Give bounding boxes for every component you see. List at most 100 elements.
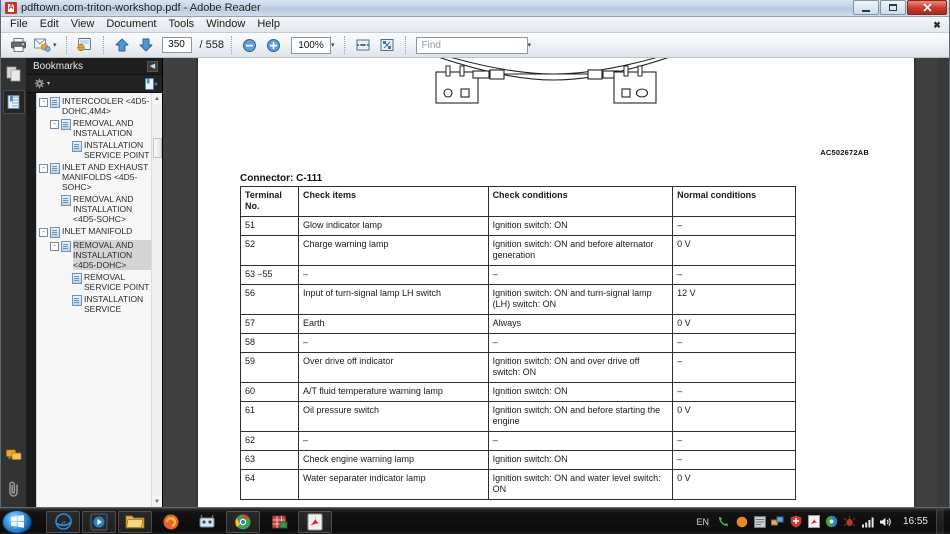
expand-current-bookmark-button[interactable] [145, 77, 158, 90]
bookmark-label[interactable]: INLET AND EXHAUST MANIFOLDS <4D5-SOHC> [62, 162, 155, 192]
signal-icon[interactable] [861, 515, 875, 529]
language-indicator[interactable]: EN [696, 517, 709, 527]
viewer-scrollbar[interactable] [937, 58, 949, 507]
bookmarks-tree-container[interactable]: - INTERCOOLER <4D5-DOHC,4M4> - REMOVAL AND … [36, 93, 162, 507]
bookmark-label[interactable]: REMOVAL AND INSTALLATION <4D5-DOHC> [73, 240, 155, 270]
table-row: 58– – – [240, 333, 796, 353]
print-button[interactable] [7, 35, 29, 56]
collapse-left-icon[interactable]: ◀ [147, 60, 158, 72]
window-titlebar[interactable]: pdftown.com-triton-workshop.pdf - Adobe … [1, 0, 949, 17]
taskbar-item-utility[interactable] [190, 511, 224, 533]
menu-document[interactable]: Document [100, 17, 162, 32]
show-desktop-button[interactable] [936, 508, 944, 534]
taskbar-item-spreadsheet[interactable] [262, 511, 296, 533]
taskbar-item-adobe-reader[interactable] [298, 510, 332, 533]
fit-width-button[interactable] [352, 35, 374, 56]
bookmark-item[interactable]: - REMOVAL AND INSTALLATION <4D5-DOHC> [37, 239, 155, 271]
page-thumbnails-button[interactable] [3, 62, 25, 86]
bookmark-item[interactable]: REMOVAL SERVICE POINT [37, 271, 155, 293]
document-close-icon[interactable]: ✖ [931, 19, 943, 31]
zoom-dropdown-caret[interactable]: ▾ [331, 41, 335, 49]
bookmark-options-caret[interactable]: ▾ [47, 80, 50, 87]
find-input[interactable]: Find [415, 36, 528, 54]
bookmarks-scrollbar[interactable]: ▲ ▼ [151, 93, 162, 507]
next-page-button[interactable] [135, 35, 157, 56]
menu-edit[interactable]: Edit [34, 17, 65, 32]
bookmark-collapse-icon[interactable]: - [50, 120, 59, 129]
bookmark-label[interactable]: INSTALLATION SERVICE [84, 294, 155, 314]
bookmark-collapse-icon[interactable]: - [50, 242, 59, 251]
menu-help[interactable]: Help [251, 17, 286, 32]
attach-email-icon [34, 38, 51, 52]
menu-tools[interactable]: Tools [163, 17, 201, 32]
shield-icon[interactable] [789, 515, 803, 529]
bookmark-collapse-icon[interactable]: - [39, 164, 48, 173]
bookmark-label[interactable]: REMOVAL AND INSTALLATION [73, 118, 155, 138]
pdf-tray-icon[interactable] [807, 515, 821, 529]
document-viewer[interactable]: AC502672AB Connector: C-111 Terminal No.… [163, 58, 949, 507]
pdf-icon [5, 2, 17, 14]
email-button[interactable] [31, 35, 53, 56]
orange-sphere-icon[interactable] [735, 515, 749, 529]
email-dropdown-caret[interactable]: ▾ [53, 41, 57, 49]
bookmark-label[interactable]: INLET MANIFOLD [62, 226, 134, 236]
table-cell: Ignition switch: ON and over drive off s… [487, 352, 674, 383]
attachments-button[interactable] [3, 477, 25, 501]
zoom-in-button[interactable] [263, 35, 285, 56]
antivirus-icon[interactable] [843, 515, 857, 529]
bookmark-label[interactable]: REMOVAL AND INSTALLATION <4D5-SOHC> [73, 194, 155, 224]
bookmark-item[interactable]: INSTALLATION SERVICE [37, 293, 155, 315]
bookmark-collapse-icon[interactable]: - [39, 98, 48, 107]
bookmark-item[interactable]: - INLET MANIFOLD [37, 225, 155, 239]
zoom-out-button[interactable] [239, 35, 261, 56]
column-header-check-conditions: Check conditions [487, 186, 674, 217]
zoom-level-input[interactable]: 100% [290, 36, 331, 54]
bookmark-item[interactable]: REMOVAL AND INSTALLATION <4D5-SOHC> [37, 193, 155, 225]
utility-icon [199, 514, 215, 527]
comments-button[interactable] [3, 443, 25, 467]
close-button[interactable] [907, 0, 947, 15]
menu-window[interactable]: Window [200, 17, 251, 32]
bookmarks-scroll-thumb[interactable] [153, 138, 162, 158]
maximize-button[interactable] [880, 0, 906, 15]
taskbar-item-firefox[interactable] [154, 511, 188, 533]
bookmark-options-group[interactable]: ▾ [34, 78, 50, 89]
page-globe-icon [77, 38, 91, 52]
snapshot-button[interactable] [74, 35, 96, 56]
main-content-area: Bookmarks ◀ ▾ - INTERCOOLER <4D5-DOHC,4M… [1, 58, 949, 507]
start-button[interactable] [2, 509, 32, 534]
page-number-input[interactable]: 350 [161, 37, 192, 53]
bookmark-collapse-icon[interactable]: - [39, 228, 48, 237]
volume-icon[interactable] [879, 515, 893, 529]
previous-page-button[interactable] [111, 35, 133, 56]
bookmark-item[interactable]: - REMOVAL AND INSTALLATION [37, 117, 155, 139]
table-cell: Input of turn-signal lamp LH switch [297, 284, 489, 315]
taskbar-item-file-explorer[interactable] [118, 510, 152, 533]
clock[interactable]: 16:55 [903, 516, 928, 527]
table-cell: 0 V [672, 469, 796, 500]
globe-icon[interactable] [825, 515, 839, 529]
find-dropdown-caret[interactable]: ▾ [528, 41, 532, 49]
minimize-button[interactable] [853, 0, 879, 15]
bookmarks-scroll-up-icon[interactable]: ▲ [152, 93, 162, 104]
fit-page-button[interactable] [376, 35, 398, 56]
taskbar-item-chrome[interactable] [226, 510, 260, 533]
bookmarks-scroll-down-icon[interactable]: ▼ [152, 496, 162, 507]
bookmarks-panel-toolbar: ▾ [27, 75, 162, 93]
toolbar-separator [343, 36, 345, 54]
bookmark-label[interactable]: INTERCOOLER <4D5-DOHC,4M4> [62, 96, 155, 116]
bookmarks-button[interactable] [2, 90, 25, 114]
taskbar-item-internet-explorer[interactable]: e [46, 510, 80, 533]
bookmark-label[interactable]: INSTALLATION SERVICE POINT [84, 140, 155, 160]
menu-file[interactable]: File [4, 17, 34, 32]
bookmark-item[interactable]: - INTERCOOLER <4D5-DOHC,4M4> [37, 95, 155, 117]
bookmark-item[interactable]: - INLET AND EXHAUST MANIFOLDS <4D5-SOHC> [37, 161, 155, 193]
menu-view[interactable]: View [65, 17, 101, 32]
table-cell: A/T fluid temperature warning lamp [297, 382, 489, 402]
network-icon[interactable] [771, 515, 785, 529]
bookmark-label[interactable]: REMOVAL SERVICE POINT [84, 272, 155, 292]
window-icon[interactable] [753, 515, 767, 529]
taskbar-item-media-player[interactable] [82, 510, 116, 533]
phone-icon[interactable] [717, 515, 731, 529]
bookmark-item[interactable]: INSTALLATION SERVICE POINT [37, 139, 155, 161]
